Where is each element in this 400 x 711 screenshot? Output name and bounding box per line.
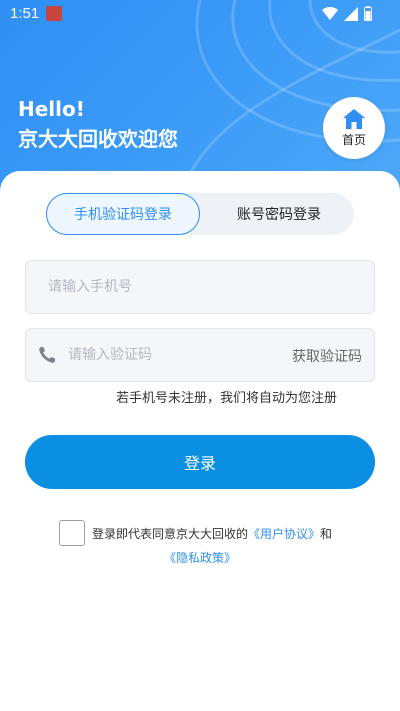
tab-sms-login[interactable]: 手机验证码登录: [46, 193, 200, 235]
status-bar: 1:51: [0, 0, 400, 28]
get-code-button[interactable]: 获取验证码: [292, 346, 362, 366]
tab-password-login[interactable]: 账号密码登录: [204, 193, 354, 235]
code-field[interactable]: 获取验证码: [25, 328, 375, 382]
home-button[interactable]: 首页: [323, 97, 385, 159]
agreement-text: 登录即代表同意京大大回收的《用户协议》和: [92, 525, 332, 542]
agreement-and: 和: [320, 527, 333, 541]
login-tabs: 手机验证码登录 账号密码登录: [46, 193, 354, 235]
wifi-icon: [322, 6, 338, 20]
signal-icon: [344, 6, 358, 21]
home-label: 首页: [341, 132, 366, 147]
phone-input[interactable]: [26, 261, 374, 313]
status-time: 1:51: [10, 5, 40, 22]
greeting-hello: Hello!: [18, 97, 85, 121]
agreement-prefix: 登录即代表同意京大大回收的: [92, 527, 249, 541]
greeting: Hello! 京大大回收欢迎您: [18, 94, 178, 154]
phone-field[interactable]: [25, 260, 375, 314]
home-icon: [343, 108, 365, 129]
app-notification-icon: [46, 6, 62, 21]
agreement-checkbox[interactable]: [59, 520, 85, 546]
phone-icon: [39, 347, 55, 363]
user-agreement-link[interactable]: 《用户协议》: [248, 527, 320, 541]
login-button[interactable]: 登录: [25, 435, 375, 489]
register-hint: 若手机号未注册，我们将自动为您注册: [116, 391, 338, 406]
greeting-welcome: 京大大回收欢迎您: [18, 127, 178, 151]
agreement-text-line2: 《隐私政策》: [164, 549, 236, 566]
privacy-policy-link[interactable]: 《隐私政策》: [164, 551, 236, 565]
battery-icon: [364, 6, 372, 21]
code-input[interactable]: [56, 329, 266, 381]
